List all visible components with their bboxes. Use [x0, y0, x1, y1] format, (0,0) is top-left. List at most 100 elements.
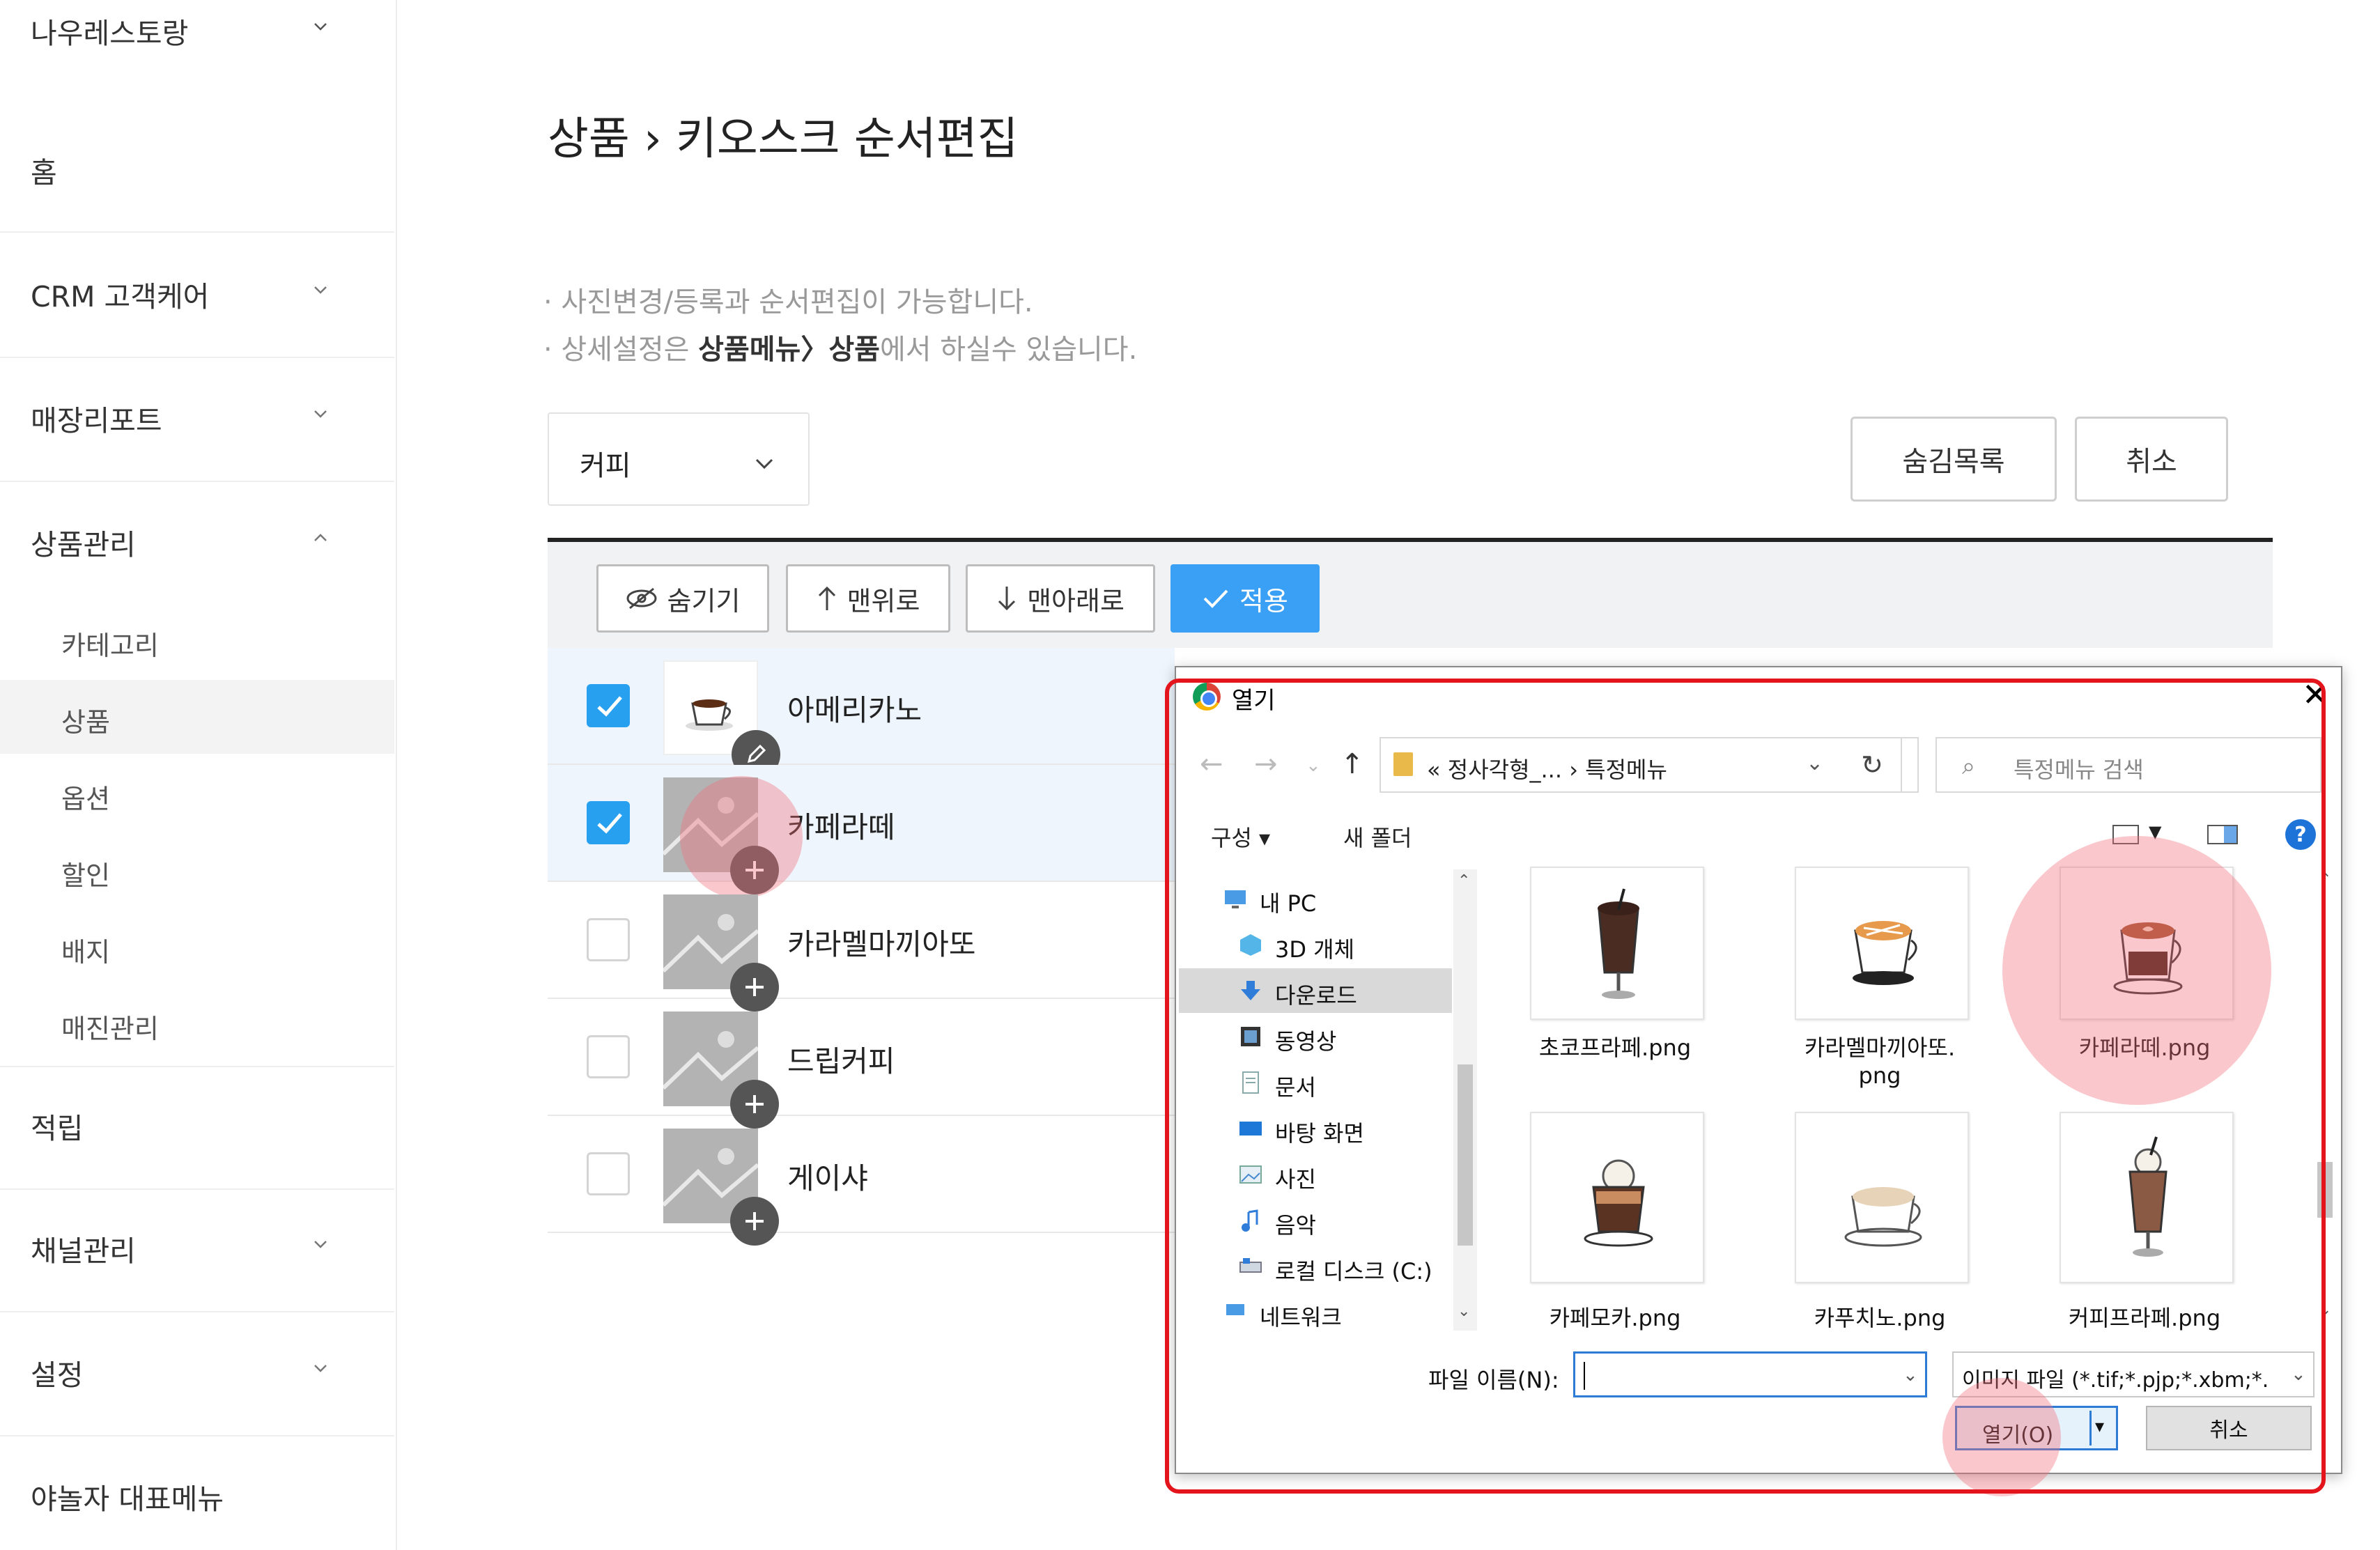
sidebar-subitem-badge[interactable]: 배지: [0, 910, 394, 984]
store-selector[interactable]: 나우레스토랑: [0, 10, 394, 52]
open-dropdown-icon[interactable]: ▾: [2095, 1416, 2104, 1437]
view-dropdown-icon[interactable]: ▼: [2149, 822, 2161, 842]
file-name: 초코프라페.png: [1538, 1034, 1692, 1061]
sidebar-item-crm[interactable]: CRM 고객케어: [0, 273, 394, 315]
text-caret: [1584, 1362, 1585, 1390]
row-checkbox[interactable]: [587, 1035, 630, 1078]
refresh-icon[interactable]: ↻: [1844, 737, 1902, 793]
sidebar-subitem-product[interactable]: 상품: [0, 680, 394, 754]
chevron-down-icon[interactable]: ⌄: [1806, 751, 1823, 775]
hidden-list-button[interactable]: 숨김목록: [1850, 417, 2057, 502]
row-checkbox[interactable]: [587, 918, 630, 961]
document-icon: [1237, 1070, 1264, 1095]
scroll-down-icon[interactable]: ⌄: [1458, 1303, 1470, 1320]
file-item[interactable]: 카푸치노.png: [1775, 1112, 1984, 1335]
row-checkbox[interactable]: [587, 684, 630, 727]
search-box[interactable]: ⌕ 특정메뉴 검색: [1935, 737, 2321, 793]
move-bottom-button-label: 맨아래로: [1027, 585, 1125, 617]
sidebar-subitem-option[interactable]: 옵션: [0, 757, 394, 830]
cancel-button[interactable]: 취소: [2075, 417, 2228, 502]
note-line: · 상세설정은 상품메뉴〉상품에서 하실수 있습니다.: [543, 326, 1137, 373]
hide-button[interactable]: 숨기기: [596, 564, 769, 633]
product-row[interactable]: 아메리카노: [548, 648, 1175, 779]
help-icon[interactable]: ?: [2285, 819, 2316, 850]
chevron-down-icon[interactable]: ⌄: [1903, 1365, 1918, 1386]
sidebar-item-settings[interactable]: 설정: [0, 1351, 394, 1393]
preview-pane-icon[interactable]: [2207, 825, 2238, 844]
product-row[interactable]: 카라멜마끼아또: [548, 882, 1175, 1012]
up-arrow-icon[interactable]: ↑: [1340, 748, 1364, 780]
address-path: « 정사각형_... › 특정메뉴: [1427, 757, 1667, 783]
file-item[interactable]: 커피프라페.png: [2040, 1112, 2249, 1335]
row-checkbox[interactable]: [587, 801, 630, 844]
tree-item-videos[interactable]: 동영상: [1179, 1014, 1452, 1059]
dialog-cancel-button[interactable]: 취소: [2146, 1406, 2312, 1450]
navigation-scrollbar[interactable]: ⌃ ⌄: [1453, 869, 1477, 1331]
close-icon[interactable]: ✕: [2302, 679, 2329, 711]
move-top-button[interactable]: 맨위로: [786, 564, 950, 633]
category-select[interactable]: 커피: [548, 412, 810, 506]
sidebar-subitem-discount[interactable]: 할인: [0, 833, 394, 907]
scroll-down-icon[interactable]: ⌄: [2319, 1301, 2331, 1319]
tree-item-downloads[interactable]: 다운로드: [1179, 968, 1452, 1013]
tree-item-pc[interactable]: 내 PC: [1179, 876, 1452, 921]
note-line: · 사진변경/등록과 순서편집이 가능합니다.: [543, 286, 1033, 318]
move-bottom-button[interactable]: 맨아래로: [966, 564, 1155, 633]
filename-input[interactable]: ⌄: [1573, 1351, 1927, 1397]
sidebar-item-points[interactable]: 적립: [0, 1105, 394, 1147]
search-placeholder: 특정메뉴 검색: [2014, 757, 2144, 783]
product-thumbnail[interactable]: [661, 1012, 779, 1129]
sidebar-item-yanolja[interactable]: 야놀자 대표메뉴: [0, 1475, 394, 1517]
product-thumbnail[interactable]: [661, 777, 779, 894]
sidebar-item-home[interactable]: 홈: [0, 149, 394, 191]
tree-item-music[interactable]: 음악: [1179, 1198, 1452, 1243]
file-item[interactable]: 카라멜마끼아또. png: [1775, 867, 1984, 1099]
product-row[interactable]: 카페라떼: [548, 765, 1175, 894]
file-item[interactable]: 카페라떼.png: [2040, 867, 2249, 1099]
eye-off-icon: [626, 587, 657, 610]
product-row[interactable]: 드립커피: [548, 999, 1175, 1129]
new-folder-button[interactable]: 새 폴더: [1343, 821, 1412, 853]
file-item[interactable]: 카페모카.png: [1510, 1112, 1720, 1335]
file-name: 카페모카.png: [1549, 1305, 1681, 1331]
arrow-down-icon: [998, 587, 1016, 611]
product-thumbnail[interactable]: [661, 894, 779, 1012]
back-arrow-icon[interactable]: ←: [1200, 748, 1223, 780]
files-scrollbar[interactable]: ⌃ ⌄: [2315, 869, 2335, 1331]
organize-menu[interactable]: 구성 ▾: [1211, 821, 1270, 853]
scrollbar-thumb[interactable]: [1458, 1064, 1473, 1246]
chevron-down-icon: [312, 1360, 329, 1377]
row-checkbox[interactable]: [587, 1152, 630, 1195]
scrollbar-thumb[interactable]: [2317, 1162, 2333, 1218]
open-button[interactable]: 열기(O) ▾: [1955, 1406, 2118, 1450]
sidebar-item-report[interactable]: 매장리포트: [0, 397, 394, 439]
recent-dropdown-icon[interactable]: ⌄: [1306, 755, 1321, 776]
scroll-up-icon[interactable]: ⌃: [1458, 872, 1470, 890]
sidebar-subitem-category[interactable]: 카테고리: [0, 603, 394, 677]
tree-item-label: 다운로드: [1275, 982, 1357, 1009]
product-thumbnail[interactable]: [661, 1129, 779, 1246]
chevron-up-icon: [312, 529, 329, 546]
file-item[interactable]: 초코프라페.png: [1510, 867, 1720, 1099]
tree-item-3d[interactable]: 3D 개체: [1179, 922, 1452, 967]
tree-item-documents[interactable]: 문서: [1179, 1060, 1452, 1105]
apply-button-label: 적용: [1239, 585, 1288, 617]
address-bar[interactable]: « 정사각형_... › 특정메뉴 ⌄: [1380, 737, 1919, 793]
tree-item-local-disk[interactable]: 로컬 디스크 (C:): [1179, 1244, 1452, 1289]
scroll-up-icon[interactable]: ⌃: [2319, 871, 2331, 888]
add-photo-button[interactable]: [730, 1197, 779, 1246]
sidebar-item-channel[interactable]: 채널관리: [0, 1227, 394, 1269]
sidebar-item-products[interactable]: 상품관리: [0, 521, 394, 563]
forward-arrow-icon[interactable]: →: [1254, 748, 1278, 780]
sidebar-subitem-soldout[interactable]: 매진관리: [0, 986, 394, 1060]
product-row[interactable]: 게이샤: [548, 1116, 1175, 1246]
file-type-filter[interactable]: 이미지 파일 (*.tif;*.pjp;*.xbm;*. ⌄: [1952, 1351, 2315, 1397]
view-mode-icon[interactable]: [2112, 825, 2139, 844]
tree-item-label: 사진: [1275, 1166, 1316, 1193]
apply-button[interactable]: 적용: [1170, 564, 1320, 633]
divider: [0, 1066, 394, 1067]
tree-item-desktop[interactable]: 바탕 화면: [1179, 1106, 1452, 1151]
tree-item-pictures[interactable]: 사진: [1179, 1152, 1452, 1197]
product-thumbnail[interactable]: [663, 660, 780, 779]
tree-item-network[interactable]: 네트워크: [1179, 1290, 1452, 1331]
